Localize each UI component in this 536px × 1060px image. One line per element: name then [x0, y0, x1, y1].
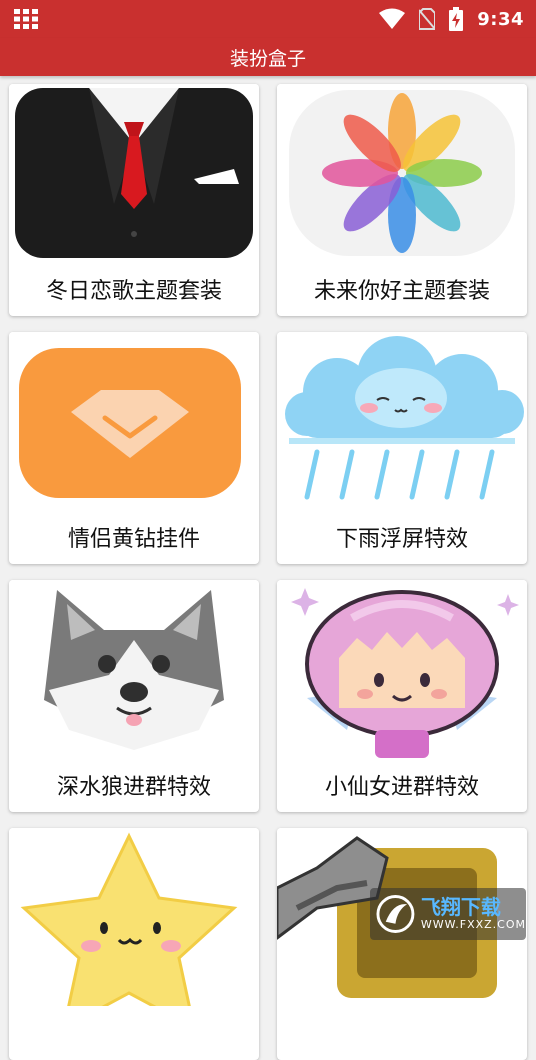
- tuxedo-icon: [9, 84, 259, 262]
- grid-item-label: 下雨浮屏特效: [335, 527, 468, 552]
- husky-icon: [9, 580, 259, 758]
- diamond-badge-icon: [9, 332, 259, 510]
- status-bar: 9:34: [0, 0, 536, 38]
- wifi-icon: [379, 8, 406, 29]
- grid-item-couple-diamond[interactable]: 情侣黄钻挂件: [9, 332, 259, 564]
- watermark: 飞翔下载 WWW.FXXZ.COM: [370, 888, 526, 940]
- grid-item-robot[interactable]: [277, 828, 527, 1060]
- star-face-icon: [9, 828, 259, 1006]
- petal-flower-icon: [277, 84, 527, 262]
- wing-logo-icon: [376, 895, 415, 933]
- grid-item-label: [9, 1006, 259, 1060]
- no-sim-icon: [419, 8, 436, 30]
- grid-item-label: [277, 1006, 527, 1060]
- grid-item-star[interactable]: [9, 828, 259, 1060]
- grid-item-label: 冬日恋歌主题套装: [45, 279, 222, 304]
- rain-cloud-icon: [277, 332, 527, 510]
- grid-item-future-theme[interactable]: 未来你好主题套装: [277, 84, 527, 316]
- watermark-title: 飞翔下载: [420, 895, 501, 919]
- grid-item-label: 小仙女进群特效: [324, 775, 479, 800]
- grid-item-winter-theme[interactable]: 冬日恋歌主题套装: [9, 84, 259, 316]
- grid-item-rain-effect[interactable]: 下雨浮屏特效: [277, 332, 527, 564]
- grid-item-fairy-effect[interactable]: 小仙女进群特效: [277, 580, 527, 812]
- battery-charging-icon: [449, 7, 464, 31]
- page-title: 装扮盒子: [229, 47, 306, 70]
- title-bar: 装扮盒子: [0, 38, 536, 76]
- grid-icon[interactable]: [14, 9, 38, 29]
- fairy-icon: [277, 580, 527, 758]
- grid-item-label: 情侣黄钻挂件: [67, 527, 200, 552]
- watermark-url: WWW.FXXZ.COM: [420, 918, 526, 931]
- grid-item-label: 未来你好主题套装: [313, 279, 490, 304]
- grid-item-wolf-effect[interactable]: 深水狼进群特效: [9, 580, 259, 812]
- grid-item-label: 深水狼进群特效: [56, 775, 211, 800]
- status-time: 9:34: [477, 8, 524, 30]
